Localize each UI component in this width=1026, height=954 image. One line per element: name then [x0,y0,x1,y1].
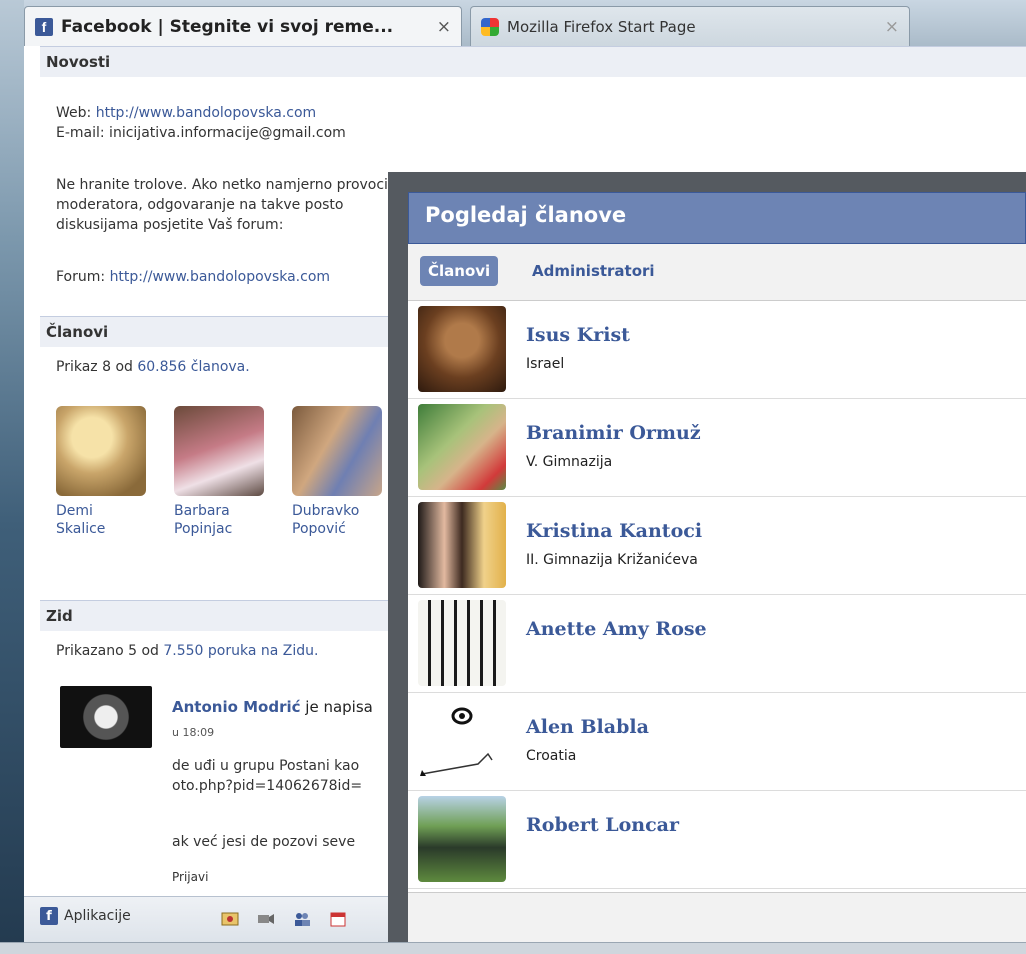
facebook-favicon-icon: f [35,17,53,36]
close-tab-icon[interactable]: × [437,17,451,37]
web-label: Web: [56,105,92,121]
wall-count: Prikazano 5 od 7.550 poruka na Zidu. [56,642,318,660]
photos-icon[interactable] [220,909,240,929]
member-name-link[interactable]: Isus Krist [526,324,630,346]
applications-button[interactable]: f Aplikacije [40,907,131,925]
calendar-icon[interactable] [328,909,348,929]
forum-link[interactable]: http://www.bandolopovska.com [110,269,330,285]
browser-status-bar [0,942,1026,954]
post-header: Antonio Modrić je napisa [172,698,373,716]
view-members-dialog: Pogledaj članove Članovi Administratori … [408,192,1026,945]
tab-facebook[interactable]: f Facebook | Stegnite vi svoj reme... × [24,6,462,46]
applications-label: Aplikacije [64,908,131,924]
member-name-link[interactable]: Robert Loncar [526,814,679,836]
post-author-link[interactable]: Antonio Modrić [172,698,301,716]
member-photo[interactable] [418,404,506,490]
forum-line: Forum: http://www.bandolopovska.com [56,268,330,286]
members-count: Prikaz 8 od 60.856 članova. [56,358,250,376]
post-text-line: de uđi u grupu Postani kao [172,758,360,774]
member-name-link[interactable]: Alen Blabla [526,716,649,738]
member-row[interactable]: Kristina Kantoci II. Gimnazija Križaniće… [408,496,1026,595]
member-name-link[interactable]: Barbara Popinjac [174,502,264,538]
post-author-avatar[interactable] [60,686,152,748]
video-icon[interactable] [256,909,276,929]
dialog-tabs: Članovi Administratori [408,244,1026,301]
post-timestamp: u 18:09 [172,726,215,739]
email-line: E-mail: inicijativa.informacije@gmail.co… [56,125,346,141]
tab-administrators[interactable]: Administratori [524,256,663,286]
member-photo[interactable] [292,406,382,496]
member-first-name: Dubravko [292,503,360,519]
members-count-prefix: Prikaz 8 od [56,359,133,375]
member-network: Croatia [526,748,577,764]
google-favicon-icon [481,17,499,36]
member-photo[interactable] [418,306,506,392]
member-last-name: Popović [292,521,346,537]
member-row[interactable]: Branimir Ormuž V. Gimnazija [408,398,1026,497]
member-name-link[interactable]: Demi Skalice [56,502,146,538]
member-photo[interactable] [418,600,506,686]
web-link[interactable]: http://www.bandolopovska.com [96,105,316,121]
member-row[interactable]: Isus Krist Israel [408,300,1026,399]
member-row[interactable]: Robert Loncar [408,790,1026,889]
wall-count-prefix: Prikazano 5 od [56,643,159,659]
member-photo[interactable] [418,698,506,784]
member-name-link[interactable]: Dubravko Popović [292,502,382,538]
desktop-background [0,0,24,953]
member-photo[interactable] [418,796,506,882]
member-name-link[interactable]: Branimir Ormuž [526,422,701,444]
member-photo[interactable] [418,502,506,588]
post-link[interactable]: oto.php?pid=14062678id= [172,778,362,794]
troll-notice-line: moderatora, odgovaranje na takve posto [56,197,344,213]
member-network: Israel [526,356,565,372]
member-name-link[interactable]: Kristina Kantoci [526,520,702,542]
report-link[interactable]: Prijavi [172,870,208,884]
dialog-title: Pogledaj članove [408,192,1026,244]
member-row[interactable]: Anette Amy Rose [408,594,1026,693]
post-text-line: ak već jesi de pozovi seve [172,834,356,850]
facebook-icon: f [40,907,58,925]
members-count-link[interactable]: 60.856 članova. [137,359,249,375]
friends-icon[interactable] [292,909,312,929]
tab-title: Mozilla Firefox Start Page [507,17,696,36]
browser-tab-bar: f Facebook | Stegnite vi svoj reme... × … [24,0,1026,46]
member-row[interactable]: Alen Blabla Croatia [408,692,1026,791]
member-network: V. Gimnazija [526,454,613,470]
member-last-name: Skalice [56,521,106,537]
web-line: Web: http://www.bandolopovska.com [56,104,316,122]
tab-title: Facebook | Stegnite vi svoj reme... [61,16,394,37]
close-tab-icon[interactable]: × [885,17,899,37]
post-verb: je napisa [305,698,373,716]
tab-members[interactable]: Članovi [420,256,499,286]
forum-label: Forum: [56,269,106,285]
dialog-footer [408,892,1026,945]
member-network: II. Gimnazija Križanićeva [526,552,698,568]
member-name-link[interactable]: Anette Amy Rose [526,618,707,640]
news-header: Novosti [40,46,1026,77]
member-first-name: Demi [56,503,93,519]
member-photo[interactable] [174,406,264,496]
tab-firefox-start[interactable]: Mozilla Firefox Start Page × [470,6,910,46]
member-first-name: Barbara [174,503,230,519]
member-last-name: Popinjac [174,521,233,537]
troll-notice-line: diskusijama posjetite Vaš forum: [56,217,284,233]
wall-count-link[interactable]: 7.550 poruka na Zidu. [163,643,318,659]
member-photo[interactable] [56,406,146,496]
